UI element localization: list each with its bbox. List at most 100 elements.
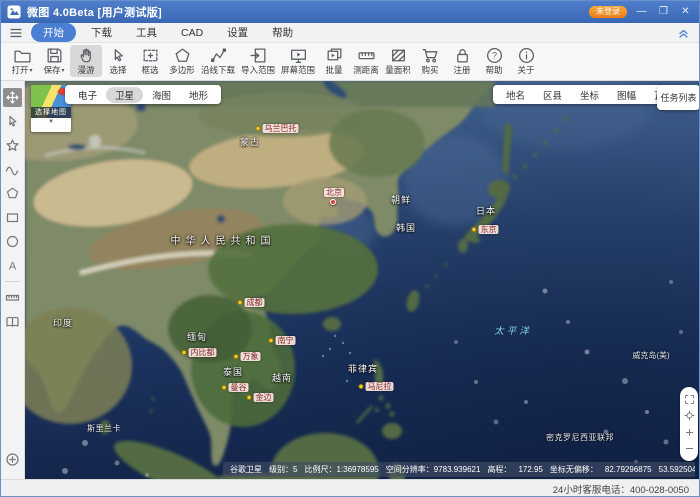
zoom-in-button[interactable]: [683, 426, 695, 438]
map-nav-panel: [680, 387, 698, 461]
menu-item-settings[interactable]: 设置: [215, 24, 260, 41]
tab-districts[interactable]: 区县: [534, 87, 571, 103]
tab-satellite-map[interactable]: 卫星: [106, 87, 143, 103]
menu-item-cad[interactable]: CAD: [169, 26, 215, 40]
tab-sea-chart[interactable]: 海图: [143, 87, 180, 103]
rect-select-button[interactable]: 框选: [134, 45, 166, 77]
locate-icon: [5, 452, 20, 467]
locate-button[interactable]: [683, 410, 695, 422]
layer-tab-bar: 电子 卫星 海图 地形: [65, 85, 221, 104]
dropdown-caret-icon: ▾: [62, 68, 65, 74]
polygon-select-button[interactable]: 多边形: [166, 45, 198, 77]
tab-map-sheets[interactable]: 图幅: [608, 87, 645, 103]
register-button[interactable]: 注册: [446, 45, 478, 77]
star-icon: [5, 138, 20, 153]
open-button[interactable]: 打开▾: [6, 45, 38, 77]
ruler-icon: [357, 46, 376, 65]
fullscreen-icon: [684, 394, 695, 405]
svg-text:A: A: [9, 261, 17, 273]
sidebar-select-tool[interactable]: [3, 112, 22, 131]
status-source: 谷歌卫星: [230, 464, 262, 475]
save-button[interactable]: 保存▾: [38, 45, 70, 77]
sidebar-circle-tool[interactable]: [3, 232, 22, 251]
save-icon: [45, 46, 64, 65]
import-range-button[interactable]: 导入范围: [238, 45, 278, 77]
sidebar-star-tool[interactable]: [3, 136, 22, 155]
task-list-button[interactable]: 任务列表: [657, 85, 700, 110]
pan-icon: [5, 90, 20, 105]
polygon-icon: [5, 186, 20, 201]
dropdown-caret-icon: ▾: [30, 68, 33, 74]
close-button[interactable]: ✕: [678, 5, 693, 19]
chevron-down-icon: ▼: [31, 118, 71, 129]
hand-icon: [77, 46, 96, 65]
login-status-badge[interactable]: 未登录: [589, 6, 627, 18]
menu-item-tools[interactable]: 工具: [124, 24, 169, 41]
minus-icon: [684, 443, 695, 454]
collapse-ribbon-icon[interactable]: [677, 26, 690, 39]
maximize-button[interactable]: ❐: [656, 5, 671, 19]
menu-item-start[interactable]: 开始: [31, 23, 76, 42]
help-button[interactable]: ? 帮助: [478, 45, 510, 77]
tab-coordinates[interactable]: 坐标: [571, 87, 608, 103]
sidebar-divider: [5, 281, 20, 282]
minimize-button[interactable]: —: [634, 5, 649, 19]
buy-button[interactable]: 购买: [414, 45, 446, 77]
ruler-icon: [5, 290, 20, 305]
status-elevation-value: 172.95: [518, 465, 542, 474]
measure-distance-button[interactable]: 测距离: [350, 45, 382, 77]
book-icon: [5, 314, 20, 329]
status-scale: 比例尺：1:36978595: [304, 464, 378, 475]
sidebar-locate-tool[interactable]: [3, 450, 22, 469]
crosshair-icon: [684, 410, 695, 421]
bottom-bar: 24小时客服电话：400-028-0050: [1, 479, 699, 497]
menu-item-download[interactable]: 下载: [79, 24, 124, 41]
status-latitude: 53.5925048: [659, 465, 695, 474]
sidebar-measure-tool[interactable]: [3, 288, 22, 307]
import-icon: [249, 46, 268, 65]
pan-roam-button[interactable]: 漫游: [70, 45, 102, 77]
curve-icon: [5, 162, 20, 177]
about-button[interactable]: 关于: [510, 45, 542, 77]
plus-icon: [684, 427, 695, 438]
tab-electronic-map[interactable]: 电子: [69, 87, 106, 103]
screen-range-button[interactable]: 屏幕范围: [278, 45, 318, 77]
fullscreen-button[interactable]: [683, 393, 695, 405]
rectangle-icon: [5, 210, 20, 225]
sidebar-rectangle-tool[interactable]: [3, 208, 22, 227]
app-window: 微图 4.0Beta [用户测试版] 未登录 — ❐ ✕ 开始 下载 工具 CA…: [0, 0, 700, 497]
status-resolution: 空间分辨率：9783.939621: [386, 464, 481, 475]
sidebar-book-tool[interactable]: [3, 312, 22, 331]
status-elevation-label: 高程：: [487, 464, 511, 475]
menu-bar: 开始 下载 工具 CAD 设置 帮助: [1, 23, 699, 43]
tab-terrain-map[interactable]: 地形: [180, 87, 217, 103]
select-cursor-icon: [5, 114, 20, 129]
batch-button[interactable]: 批量: [318, 45, 350, 77]
zoom-out-button[interactable]: [683, 443, 695, 455]
batch-icon: [325, 46, 344, 65]
along-line-download-button[interactable]: 沿线下载: [198, 45, 238, 77]
menu-item-help[interactable]: 帮助: [260, 24, 305, 41]
polyline-icon: [209, 46, 228, 65]
text-icon: A: [5, 258, 20, 273]
sidebar-polygon-tool[interactable]: [3, 184, 22, 203]
tab-place-names[interactable]: 地名: [497, 87, 534, 103]
sidebar-text-tool[interactable]: A: [3, 256, 22, 275]
status-longitude: 82.79296875: [605, 465, 652, 474]
sidebar-curve-tool[interactable]: [3, 160, 22, 179]
status-level: 级别：5: [269, 464, 297, 475]
map-canvas[interactable]: 选择地图 ▼ 电子 卫星 海图 地形 地名 区县 坐标 图幅 瓦片 任务列表: [25, 81, 700, 479]
hamburger-menu-icon[interactable]: [9, 26, 23, 40]
measure-area-button[interactable]: 量面积: [382, 45, 414, 77]
window-title: 微图 4.0Beta [用户测试版]: [27, 4, 162, 20]
select-button[interactable]: 选择: [102, 45, 134, 77]
cursor-icon: [109, 46, 128, 65]
app-logo-icon: [7, 5, 21, 19]
circle-icon: [5, 234, 20, 249]
map-status-strip: 谷歌卫星 级别：5 比例尺：1:36978595 空间分辨率：9783.9396…: [223, 462, 695, 477]
area-icon: [389, 46, 408, 65]
screen-icon: [289, 46, 308, 65]
ribbon-toolbar: 打开▾ 保存▾ 漫游 选择 框选 多边形 沿线下载 导入范围: [1, 43, 699, 81]
sidebar-pan-tool[interactable]: [3, 88, 22, 107]
svg-text:?: ?: [492, 51, 497, 61]
